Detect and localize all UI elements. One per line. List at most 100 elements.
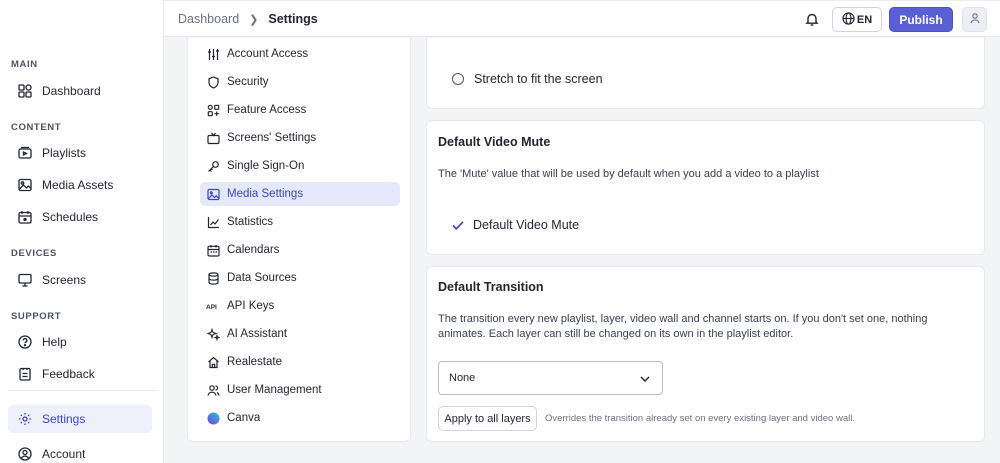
apply-to-all-layers-hint: Overrides the transition already set on … bbox=[545, 413, 855, 424]
settings-nav-account-access[interactable]: Account Access bbox=[200, 42, 400, 66]
settings-nav-label: Calendars bbox=[227, 244, 280, 256]
settings-nav-label: Canva bbox=[227, 412, 261, 424]
settings-nav-statistics[interactable]: Statistics bbox=[200, 210, 400, 234]
photo-icon bbox=[206, 187, 220, 201]
tv-icon bbox=[206, 131, 220, 145]
settings-nav-label: Media Settings bbox=[227, 188, 304, 200]
stretch-card: Stretch to fit the screen bbox=[426, 38, 985, 109]
svg-text:API: API bbox=[206, 304, 217, 311]
transition-select-value: None bbox=[449, 372, 476, 384]
feedback-icon bbox=[17, 366, 33, 382]
sidebar-item-playlists[interactable]: Playlists bbox=[8, 139, 152, 167]
sidebar-item-settings[interactable]: Settings bbox=[8, 405, 152, 433]
sidebar-item-label: Dashboard bbox=[42, 84, 101, 98]
breadcrumb-dashboard-link[interactable]: Dashboard bbox=[178, 12, 239, 26]
sidebar-item-media-assets[interactable]: Media Assets bbox=[8, 171, 152, 199]
dashboard-icon bbox=[17, 83, 33, 99]
default-transition-description-line2: animates. Each layer can still be change… bbox=[438, 328, 794, 340]
settings-nav-label: Security bbox=[227, 76, 269, 88]
monitor-icon bbox=[17, 272, 33, 288]
sidebar-divider bbox=[8, 390, 156, 391]
avatar[interactable] bbox=[962, 7, 987, 32]
shield-icon bbox=[206, 75, 220, 89]
default-video-mute-label: Default Video Mute bbox=[473, 218, 580, 232]
default-transition-title: Default Transition bbox=[438, 280, 544, 294]
stretch-option[interactable]: Stretch to fit the screen bbox=[452, 72, 603, 86]
default-video-mute-option[interactable]: Default Video Mute bbox=[451, 218, 579, 232]
settings-nav-calendars[interactable]: Calendars bbox=[200, 238, 400, 262]
settings-nav-realestate[interactable]: Realestate bbox=[200, 350, 400, 374]
settings-nav-user-management[interactable]: User Management bbox=[200, 378, 400, 402]
calendar-icon bbox=[17, 209, 33, 225]
settings-nav-label: Realestate bbox=[227, 356, 282, 368]
breadcrumb: Dashboard ❯ Settings bbox=[178, 12, 318, 26]
settings-nav-label: Feature Access bbox=[227, 104, 307, 116]
sidebar-item-help[interactable]: Help bbox=[8, 328, 152, 356]
notifications-button[interactable] bbox=[804, 11, 820, 27]
user-icon bbox=[969, 12, 981, 27]
calendar-icon bbox=[206, 243, 220, 257]
settings-nav-feature-access[interactable]: Feature Access bbox=[200, 98, 400, 122]
home-icon bbox=[206, 355, 220, 369]
globe-icon bbox=[842, 11, 855, 28]
settings-nav-canva[interactable]: Canva bbox=[200, 406, 400, 430]
settings-nav-security[interactable]: Security bbox=[200, 70, 400, 94]
default-transition-card: Default Transition The transition every … bbox=[426, 266, 985, 442]
sidebar-item-label: Settings bbox=[42, 412, 86, 426]
apply-to-all-layers-button[interactable]: Apply to all layers bbox=[438, 406, 537, 431]
sparkle-icon bbox=[206, 327, 220, 341]
sidebar-section-devices: DEVICES bbox=[11, 248, 57, 259]
bell-icon bbox=[804, 13, 820, 30]
publish-button[interactable]: Publish bbox=[889, 7, 953, 32]
settings-nav-label: Data Sources bbox=[227, 272, 297, 284]
settings-nav-label: Single Sign-On bbox=[227, 160, 305, 172]
stretch-label: Stretch to fit the screen bbox=[474, 72, 603, 86]
sidebar-section-content: CONTENT bbox=[11, 122, 62, 133]
chevron-down-icon bbox=[639, 373, 651, 385]
feature-grid-icon bbox=[206, 103, 220, 117]
sliders-icon bbox=[206, 47, 220, 61]
settings-nav-data-sources[interactable]: Data Sources bbox=[200, 266, 400, 290]
settings-nav: Account Access Security Feature Access S… bbox=[187, 38, 411, 442]
sidebar-item-feedback[interactable]: Feedback bbox=[8, 360, 152, 388]
sidebar-item-label: Schedules bbox=[42, 210, 99, 224]
database-icon bbox=[206, 271, 220, 285]
settings-nav-label: Screens' Settings bbox=[227, 132, 317, 144]
sidebar-item-label: Account bbox=[42, 447, 86, 461]
language-button[interactable]: EN bbox=[832, 7, 882, 32]
settings-nav-screens-settings[interactable]: Screens' Settings bbox=[200, 126, 400, 150]
sidebar-item-label: Feedback bbox=[42, 367, 95, 381]
sidebar-item-account[interactable]: Account bbox=[8, 440, 152, 463]
help-icon bbox=[17, 334, 33, 350]
settings-nav-label: Account Access bbox=[227, 48, 309, 60]
chart-icon bbox=[206, 215, 220, 229]
sidebar-item-dashboard[interactable]: Dashboard bbox=[8, 77, 152, 105]
transition-select[interactable]: None bbox=[438, 361, 663, 395]
checkmark-icon[interactable] bbox=[451, 218, 465, 232]
sidebar-item-screens[interactable]: Screens bbox=[8, 266, 152, 294]
default-video-mute-card: Default Video Mute The 'Mute' value that… bbox=[426, 120, 985, 255]
sidebar: MAIN Dashboard CONTENT Playlists Media A… bbox=[0, 0, 164, 463]
sidebar-item-label: Media Assets bbox=[42, 178, 114, 192]
language-label: EN bbox=[856, 13, 873, 26]
gear-icon bbox=[17, 411, 33, 427]
api-icon: API bbox=[206, 299, 220, 313]
sidebar-item-label: Help bbox=[42, 335, 67, 349]
canva-icon bbox=[206, 411, 220, 425]
settings-nav-api-keys[interactable]: API API Keys bbox=[200, 294, 400, 318]
settings-nav-media-settings[interactable]: Media Settings bbox=[200, 182, 400, 206]
key-icon bbox=[206, 159, 220, 173]
settings-nav-ai-assistant[interactable]: AI Assistant bbox=[200, 322, 400, 346]
sidebar-item-label: Playlists bbox=[42, 146, 87, 160]
chevron-right-icon: ❯ bbox=[249, 13, 259, 26]
sidebar-section-main: MAIN bbox=[11, 59, 38, 70]
radio-button[interactable] bbox=[452, 73, 464, 85]
settings-nav-label: Statistics bbox=[227, 216, 274, 228]
settings-nav-single-sign-on[interactable]: Single Sign-On bbox=[200, 154, 400, 178]
settings-nav-label: User Management bbox=[227, 384, 322, 396]
sidebar-item-schedules[interactable]: Schedules bbox=[8, 203, 152, 231]
sidebar-item-label: Screens bbox=[42, 273, 87, 287]
top-bar: Dashboard ❯ Settings EN Publish bbox=[164, 0, 1000, 37]
page-title: Settings bbox=[268, 12, 318, 26]
default-video-mute-description: The 'Mute' value that will be used by de… bbox=[438, 168, 819, 180]
